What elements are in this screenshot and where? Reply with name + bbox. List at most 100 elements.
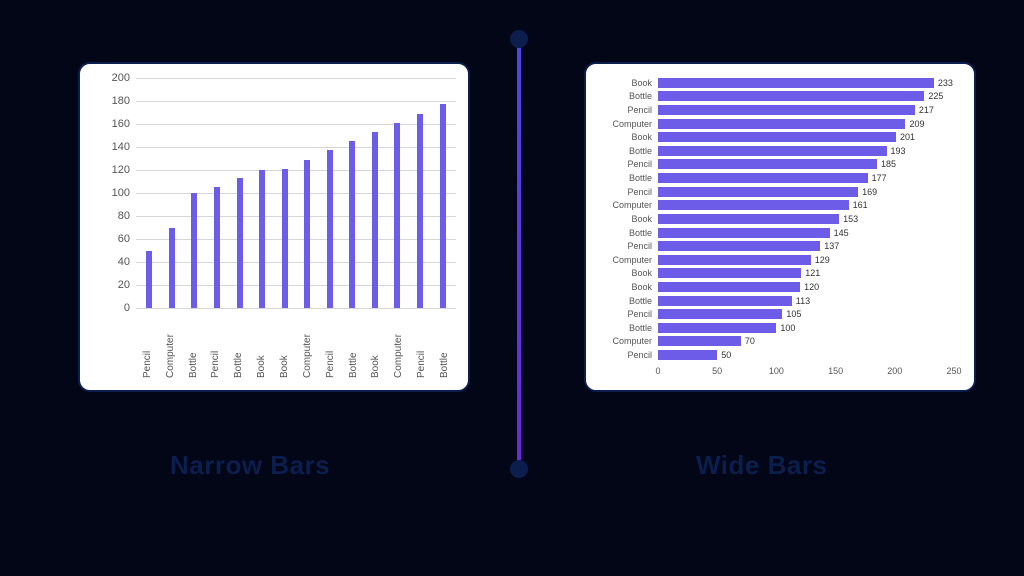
bar-row: Computer70 — [658, 336, 954, 346]
wide-bars-caption: Wide Bars — [696, 450, 827, 481]
bar-row: Pencil50 — [658, 350, 954, 360]
bar-value-label: 100 — [780, 323, 795, 333]
bar-row: Pencil137 — [658, 241, 954, 251]
x-tick-label: Book — [256, 312, 267, 378]
bar — [658, 187, 858, 197]
y-tick-label: 80 — [98, 210, 130, 222]
bar — [394, 123, 400, 308]
x-axis: 050100150200250 — [658, 366, 954, 382]
x-tick-label: Book — [279, 312, 290, 378]
x-tick-label: 0 — [655, 366, 660, 376]
bar-row: Pencil217 — [658, 105, 954, 115]
y-tick-label: Bottle — [629, 173, 658, 183]
x-tick-label: Bottle — [188, 312, 199, 378]
y-tick-label: Pencil — [627, 187, 658, 197]
bar — [214, 187, 220, 308]
y-tick-label: 160 — [98, 118, 130, 130]
bar — [658, 105, 915, 115]
wide-bars-panel: Book233Bottle225Pencil217Computer209Book… — [584, 62, 976, 392]
x-tick-label: Pencil — [210, 312, 221, 378]
y-tick-label: 20 — [98, 279, 130, 291]
bar — [372, 132, 378, 308]
bar-value-label: 209 — [909, 119, 924, 129]
y-tick-label: 40 — [98, 256, 130, 268]
bar-value-label: 185 — [881, 159, 896, 169]
bar-row: Bottle177 — [658, 173, 954, 183]
bar-value-label: 70 — [745, 336, 755, 346]
bar — [440, 104, 446, 308]
y-tick-label: Pencil — [627, 159, 658, 169]
bar — [658, 323, 776, 333]
bar-row: Bottle100 — [658, 323, 954, 333]
gridline — [136, 308, 456, 309]
bar — [658, 119, 905, 129]
bar — [349, 141, 355, 308]
bar-row: Book120 — [658, 282, 954, 292]
y-tick-label: Bottle — [629, 146, 658, 156]
x-tick-label: Bottle — [348, 312, 359, 378]
bar-value-label: 121 — [805, 268, 820, 278]
bar-value-label: 201 — [900, 132, 915, 142]
narrow-bars-panel: 020406080100120140160180200PencilCompute… — [78, 62, 470, 392]
y-tick-label: Book — [631, 132, 658, 142]
bar-value-label: 193 — [891, 146, 906, 156]
narrow-bars-chart: 020406080100120140160180200PencilCompute… — [136, 78, 456, 308]
bar-row: Computer129 — [658, 255, 954, 265]
bar-row: Pencil169 — [658, 187, 954, 197]
bar — [417, 114, 423, 308]
y-tick-label: Bottle — [629, 91, 658, 101]
bar-value-label: 137 — [824, 241, 839, 251]
bar-row: Bottle225 — [658, 91, 954, 101]
bar — [282, 169, 288, 308]
y-tick-label: 100 — [98, 187, 130, 199]
x-labels: PencilComputerBottlePencilBottleBookBook… — [136, 312, 456, 378]
bar-row: Pencil105 — [658, 309, 954, 319]
bar — [304, 160, 310, 308]
bar-value-label: 50 — [721, 350, 731, 360]
bar-row: Computer161 — [658, 200, 954, 210]
x-tick-label: 150 — [828, 366, 843, 376]
y-tick-label: 0 — [98, 302, 130, 314]
x-tick-label: 250 — [946, 366, 961, 376]
bar — [658, 159, 877, 169]
bar — [658, 268, 801, 278]
y-tick-label: 140 — [98, 141, 130, 153]
y-tick-label: Pencil — [627, 309, 658, 319]
bar — [658, 146, 887, 156]
bar — [658, 241, 820, 251]
bar-row: Book201 — [658, 132, 954, 142]
rows-container: Book233Bottle225Pencil217Computer209Book… — [658, 76, 954, 362]
y-tick-label: Computer — [612, 255, 658, 265]
y-tick-label: 180 — [98, 95, 130, 107]
bar — [237, 178, 243, 308]
bar-row: Book153 — [658, 214, 954, 224]
y-tick-label: Bottle — [629, 296, 658, 306]
divider-dot-bottom — [510, 460, 528, 478]
bar — [658, 173, 868, 183]
x-tick-label: 100 — [769, 366, 784, 376]
bar-row: Bottle193 — [658, 146, 954, 156]
bar — [658, 296, 792, 306]
y-tick-label: Book — [631, 268, 658, 278]
bars-container — [136, 78, 456, 308]
bar-value-label: 105 — [786, 309, 801, 319]
bar — [658, 350, 717, 360]
bar — [658, 282, 800, 292]
y-tick-label: 200 — [98, 72, 130, 84]
bar-value-label: 113 — [796, 296, 810, 306]
bar-row: Computer209 — [658, 119, 954, 129]
y-tick-label: Computer — [612, 336, 658, 346]
bar-value-label: 225 — [928, 91, 943, 101]
bar — [259, 170, 265, 308]
y-tick-label: Book — [631, 78, 658, 88]
bar-value-label: 129 — [815, 255, 830, 265]
bar — [146, 251, 152, 309]
y-tick-label: Pencil — [627, 350, 658, 360]
x-tick-label: Computer — [393, 312, 404, 378]
y-tick-label: 60 — [98, 233, 130, 245]
bar — [658, 228, 830, 238]
wide-bars-chart: Book233Bottle225Pencil217Computer209Book… — [658, 76, 954, 362]
divider-dot-top — [510, 30, 528, 48]
bar-value-label: 153 — [843, 214, 858, 224]
bar-value-label: 169 — [862, 187, 877, 197]
